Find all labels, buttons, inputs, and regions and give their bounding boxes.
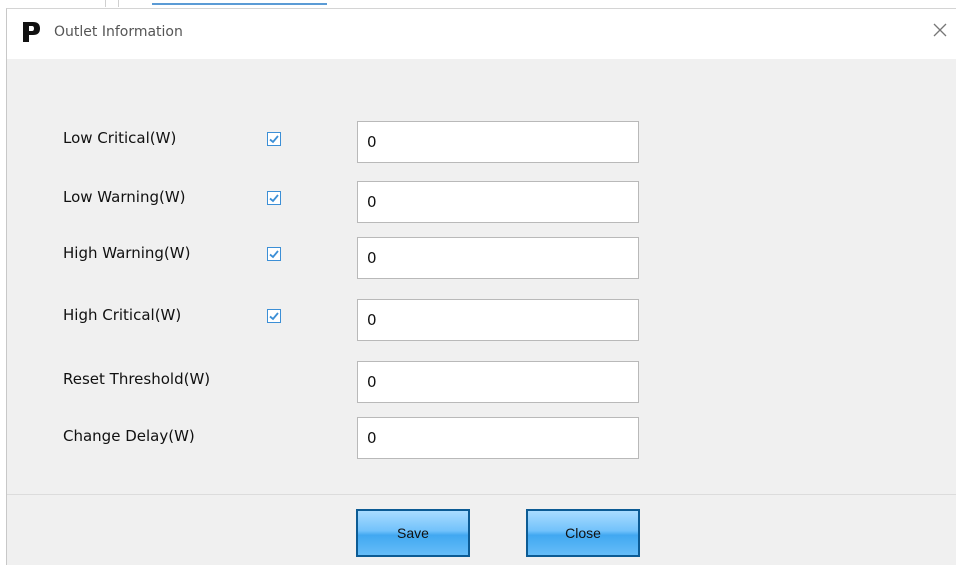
checkmark-icon — [269, 135, 279, 144]
close-icon[interactable] — [930, 20, 950, 40]
high-warning-input[interactable] — [357, 237, 639, 279]
checkmark-icon — [269, 312, 279, 321]
low-warning-label: Low Warning(W) — [63, 188, 186, 206]
outlet-information-dialog: Outlet Information Low Critical(W) Low W… — [6, 8, 956, 565]
background-tab-indicator — [152, 3, 327, 5]
background-divider — [118, 0, 119, 7]
background-app-strip — [0, 0, 956, 8]
close-button[interactable]: Close — [526, 509, 640, 557]
low-warning-input[interactable] — [357, 181, 639, 223]
save-button[interactable]: Save — [356, 509, 470, 557]
change-delay-label: Change Delay(W) — [63, 427, 195, 445]
high-critical-checkbox[interactable] — [267, 309, 281, 323]
high-warning-checkbox[interactable] — [267, 247, 281, 261]
low-critical-checkbox[interactable] — [267, 132, 281, 146]
footer-divider — [7, 494, 956, 495]
reset-threshold-input[interactable] — [357, 361, 639, 403]
title-bar: Outlet Information — [7, 9, 956, 59]
dialog-title: Outlet Information — [54, 24, 183, 40]
high-critical-label: High Critical(W) — [63, 306, 182, 324]
low-critical-label: Low Critical(W) — [63, 129, 177, 147]
reset-threshold-label: Reset Threshold(W) — [63, 370, 211, 388]
high-warning-label: High Warning(W) — [63, 244, 191, 262]
checkmark-icon — [269, 194, 279, 203]
change-delay-input[interactable] — [357, 417, 639, 459]
background-divider — [105, 0, 106, 7]
low-critical-input[interactable] — [357, 121, 639, 163]
low-warning-checkbox[interactable] — [267, 191, 281, 205]
p-logo-icon — [23, 22, 40, 42]
high-critical-input[interactable] — [357, 299, 639, 341]
checkmark-icon — [269, 250, 279, 259]
